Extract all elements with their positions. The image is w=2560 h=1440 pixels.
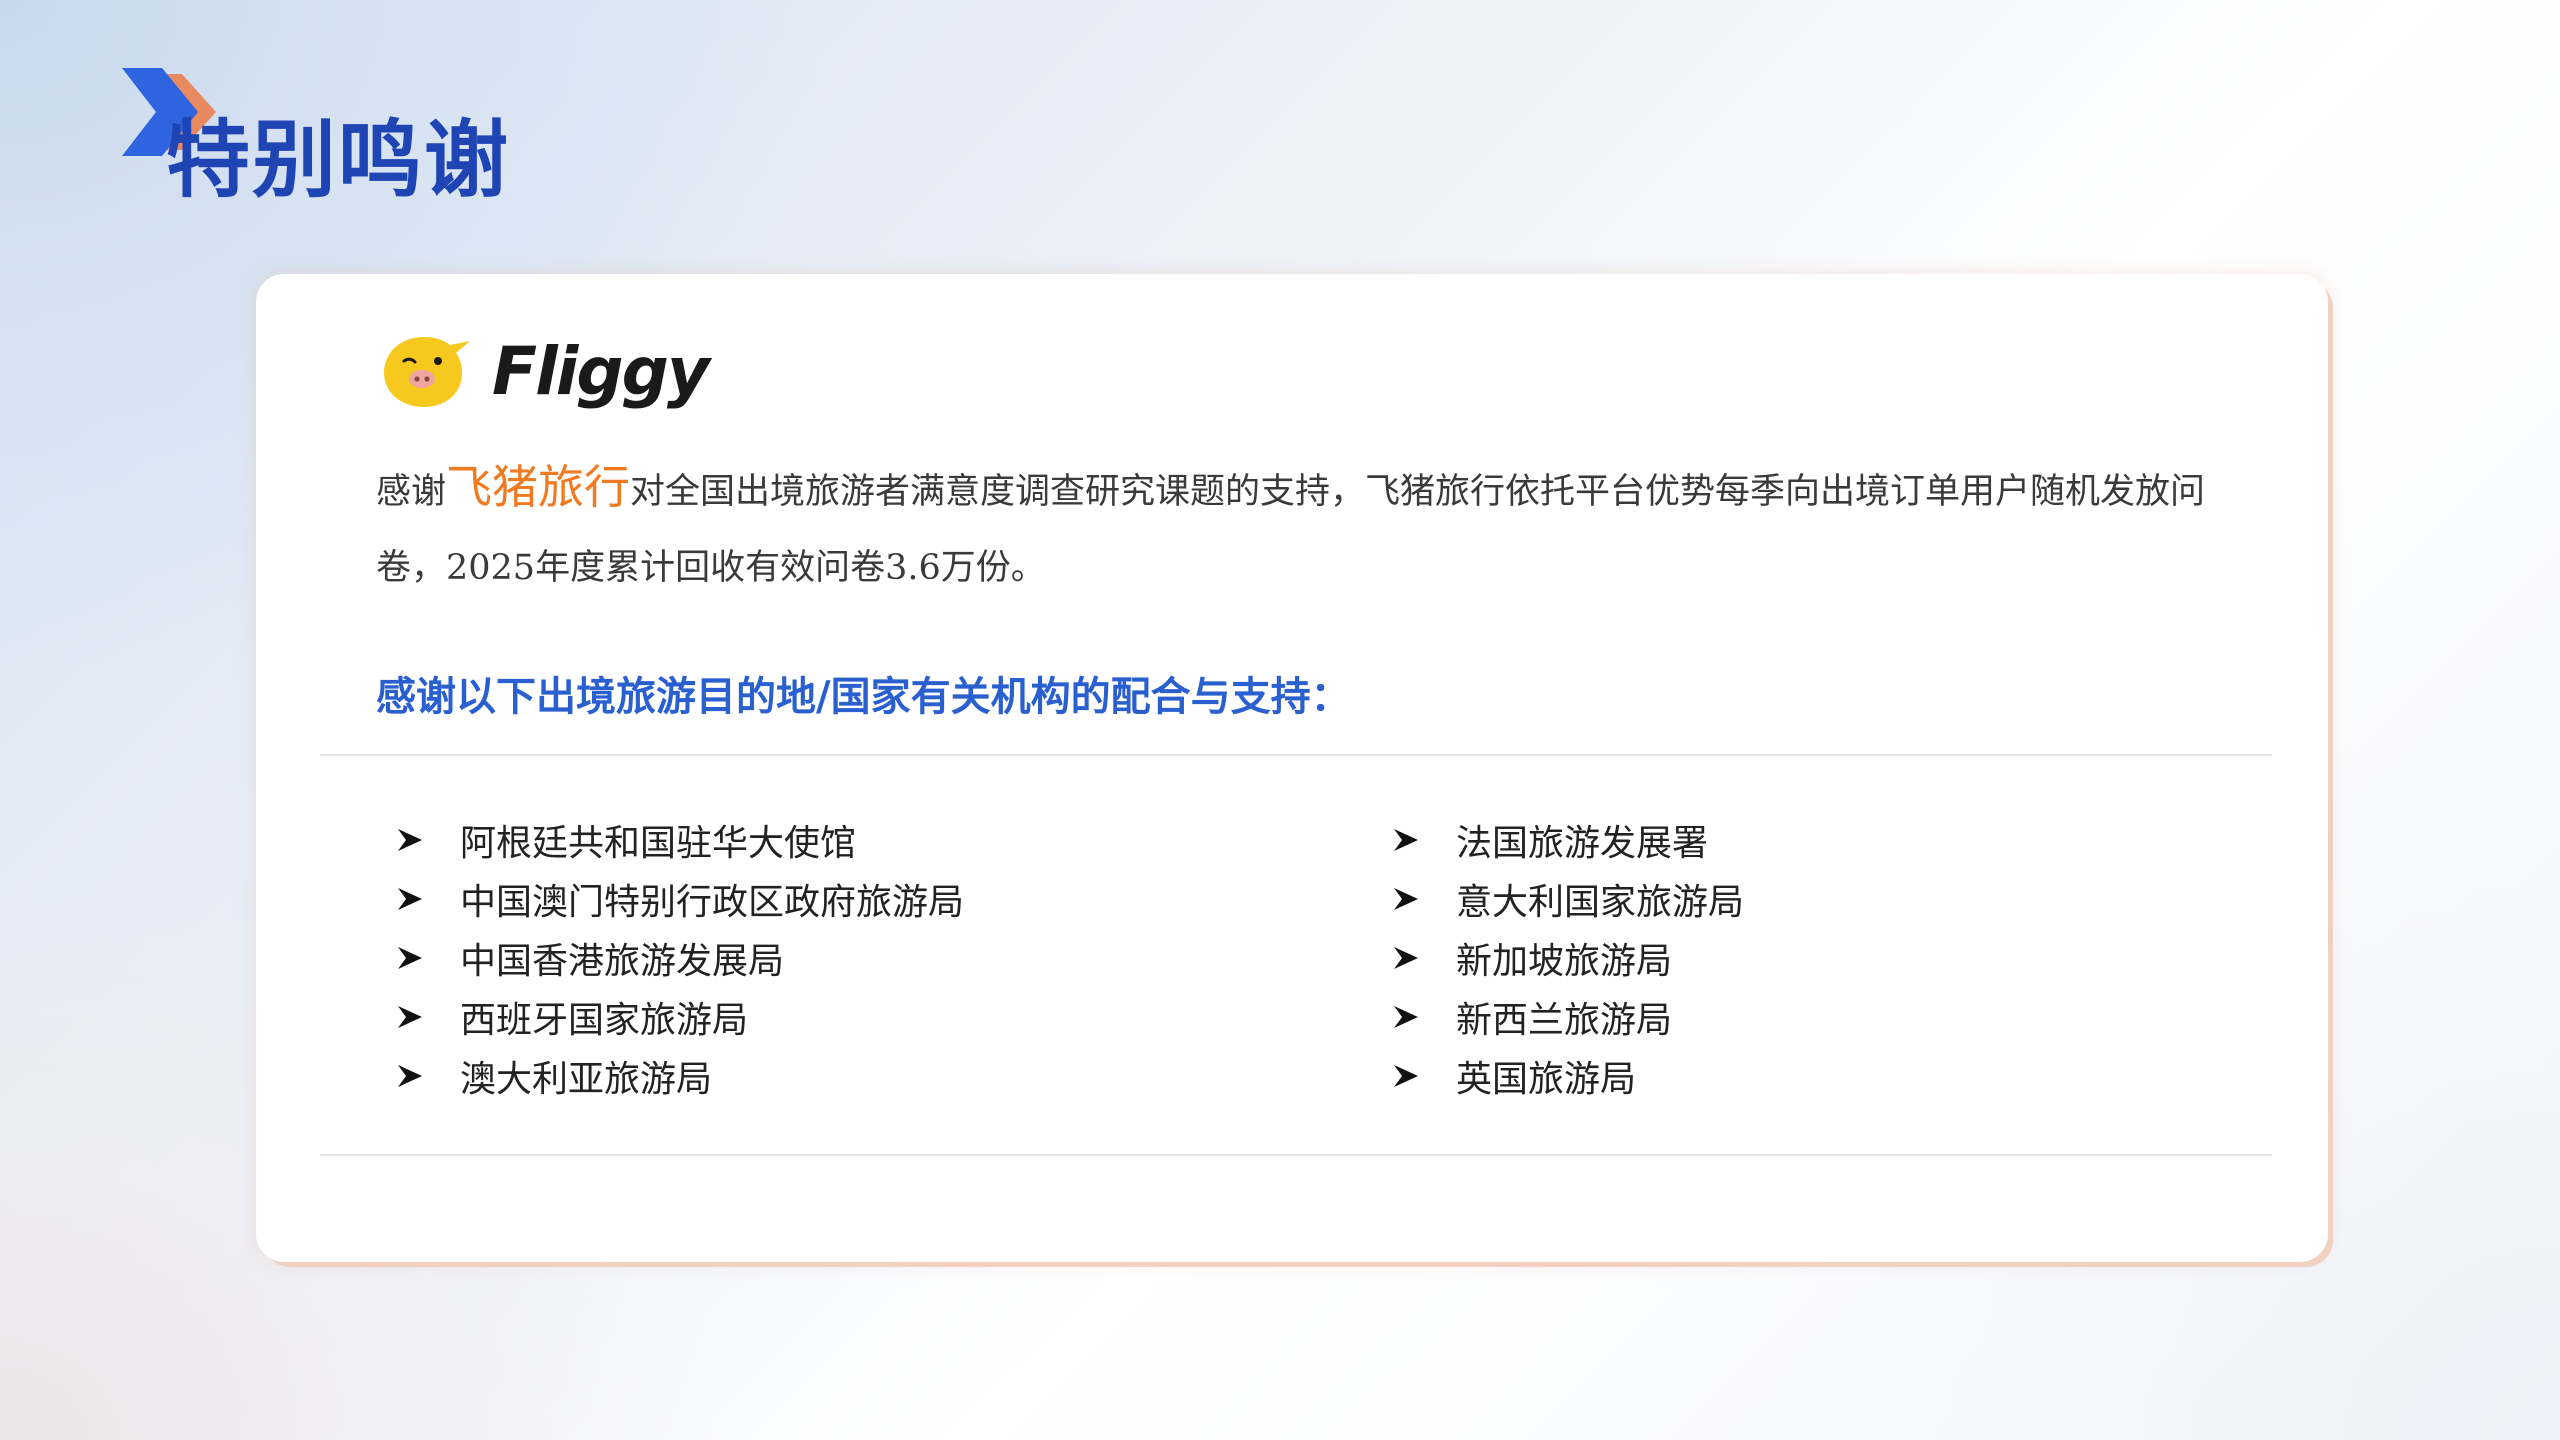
list-item: 法国旅游发展署 xyxy=(1392,810,1744,869)
list-item: 澳大利亚旅游局 xyxy=(396,1046,964,1105)
organization-name: 中国澳门特别行政区政府旅游局 xyxy=(460,881,965,923)
intro-prefix: 感谢 xyxy=(376,472,447,512)
logo-text: Fliggy xyxy=(492,332,710,410)
organization-name: 法国旅游发展署 xyxy=(1456,822,1709,864)
divider-top xyxy=(320,754,2272,756)
organization-name: 澳大利亚旅游局 xyxy=(460,1058,713,1100)
intro-paragraph: 感谢飞猪旅行对全国出境旅游者满意度调查研究课题的支持，飞猪旅行依托平台优势每季向… xyxy=(376,449,2256,606)
arrow-bullet-icon xyxy=(398,1005,422,1028)
page-title: 特别鸣谢 xyxy=(166,110,511,209)
organization-name: 西班牙国家旅游局 xyxy=(460,999,749,1041)
subheading: 感谢以下出境旅游目的地/国家有关机构的配合与支持： xyxy=(376,673,1351,720)
list-item: 新加坡旅游局 xyxy=(1392,928,1744,987)
organization-name: 阿根廷共和国驻华大使馆 xyxy=(460,822,857,864)
arrow-bullet-icon xyxy=(1394,1005,1418,1028)
list-item: 新西兰旅游局 xyxy=(1392,987,1744,1046)
arrow-bullet-icon xyxy=(1394,887,1418,910)
arrow-bullet-icon xyxy=(398,1064,422,1087)
list-item: 意大利国家旅游局 xyxy=(1392,869,1744,928)
arrow-bullet-icon xyxy=(398,828,422,851)
list-item: 英国旅游局 xyxy=(1392,1046,1744,1105)
intro-body: 对全国出境旅游者满意度调查研究课题的支持，飞猪旅行依托平台优势每季向出境订单用户… xyxy=(376,472,2206,588)
organization-name: 中国香港旅游发展局 xyxy=(460,940,785,982)
list-item: 阿根廷共和国驻华大使馆 xyxy=(396,810,964,869)
organization-name: 新西兰旅游局 xyxy=(1456,999,1673,1041)
organization-list-right: 法国旅游发展署 意大利国家旅游局 新加坡旅游局 新西兰旅游局 英国旅游局 xyxy=(1392,810,1744,1105)
arrow-bullet-icon xyxy=(398,887,422,910)
list-item: 中国香港旅游发展局 xyxy=(396,928,964,987)
divider-bottom xyxy=(320,1154,2272,1156)
arrow-bullet-icon xyxy=(1394,946,1418,969)
list-item: 西班牙国家旅游局 xyxy=(396,987,964,1046)
intro-brand: 飞猪旅行 xyxy=(446,460,631,514)
organization-name: 英国旅游局 xyxy=(1456,1058,1637,1100)
organization-list-left: 阿根廷共和国驻华大使馆 中国澳门特别行政区政府旅游局 中国香港旅游发展局 西班牙… xyxy=(396,810,964,1105)
fliggy-logo: Fliggy xyxy=(380,326,710,416)
arrow-bullet-icon xyxy=(1394,1064,1418,1087)
organization-name: 新加坡旅游局 xyxy=(1456,940,1673,982)
title-area: 特别鸣谢 xyxy=(120,66,540,226)
organization-name: 意大利国家旅游局 xyxy=(1456,881,1745,923)
arrow-bullet-icon xyxy=(1394,828,1418,851)
arrow-bullet-icon xyxy=(398,946,422,969)
acknowledgement-card: Fliggy 感谢飞猪旅行对全国出境旅游者满意度调查研究课题的支持，飞猪旅行依托… xyxy=(256,274,2328,1262)
fliggy-pig-icon xyxy=(384,337,470,407)
list-item: 中国澳门特别行政区政府旅游局 xyxy=(396,869,964,928)
